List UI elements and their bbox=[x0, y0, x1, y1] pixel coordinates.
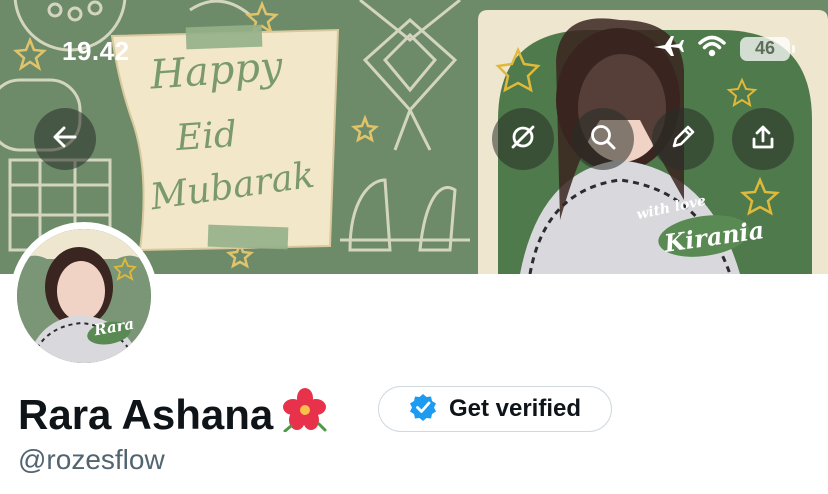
get-verified-label: Get verified bbox=[448, 395, 582, 422]
flower-emoji bbox=[283, 388, 327, 441]
grok-icon bbox=[509, 123, 537, 156]
search-icon bbox=[589, 123, 617, 156]
share-button[interactable] bbox=[732, 108, 794, 170]
arrow-left-icon bbox=[51, 123, 79, 156]
status-time: 19.42 bbox=[62, 36, 130, 66]
verified-badge-icon bbox=[409, 393, 437, 426]
get-verified-button[interactable]: Get verified bbox=[378, 386, 612, 432]
share-icon bbox=[749, 123, 777, 156]
search-button[interactable] bbox=[572, 108, 634, 170]
battery-indicator: 46 bbox=[740, 36, 795, 61]
display-name: Rara Ashana bbox=[18, 390, 274, 438]
card-text-eid: Eid bbox=[174, 113, 239, 160]
airplane-icon bbox=[652, 34, 684, 63]
display-name-row: Rara Ashana bbox=[18, 388, 327, 441]
avatar[interactable]: Rara bbox=[10, 222, 158, 370]
avatar-image bbox=[17, 229, 151, 363]
pencil-icon bbox=[669, 123, 697, 156]
edit-button[interactable] bbox=[652, 108, 714, 170]
back-button[interactable] bbox=[34, 108, 96, 170]
grok-button[interactable] bbox=[492, 108, 554, 170]
wifi-icon bbox=[698, 35, 726, 62]
profile-handle: @rozesflow bbox=[18, 444, 165, 475]
status-bar: 19.42 46 bbox=[0, 0, 828, 100]
status-icons: 46 bbox=[652, 34, 795, 63]
